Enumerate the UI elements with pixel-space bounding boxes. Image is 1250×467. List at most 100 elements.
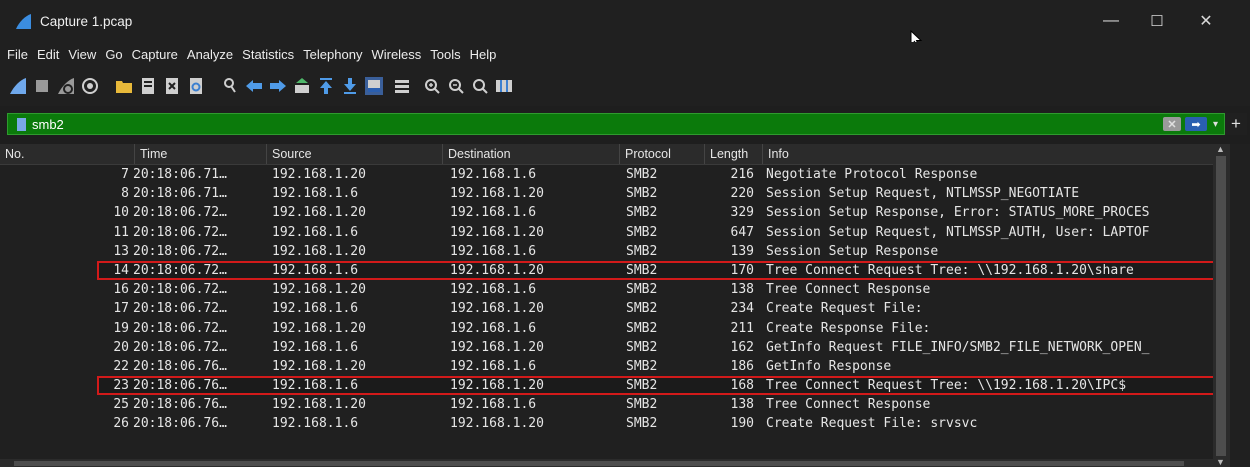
table-row[interactable]: 20 20:18:06.72… 192.168.1.6 192.168.1.20 SMB…: [0, 338, 1213, 357]
menu-edit[interactable]: Edit: [37, 47, 59, 62]
filter-history-dropdown-icon[interactable]: ▾: [1213, 119, 1218, 130]
scroll-down-arrow-icon[interactable]: ▼: [1216, 457, 1225, 467]
cell-info: Create Request File: srvsvc: [766, 416, 978, 432]
menu-analyze[interactable]: Analyze: [187, 47, 233, 62]
display-filter-bar[interactable]: smb2 ✕ ➡ ▾: [7, 113, 1225, 135]
packet-list-header: No. Time Source Destination Protocol Len…: [0, 144, 1213, 165]
cell-len: 138: [730, 397, 754, 413]
horizontal-scroll-thumb[interactable]: [14, 461, 1184, 466]
vertical-scroll-thumb[interactable]: [1216, 156, 1226, 456]
table-row[interactable]: 23 20:18:06.76… 192.168.1.6 192.168.1.20 SMB…: [0, 376, 1230, 396]
cell-info: Session Setup Response, Error: STATUS_MO…: [766, 205, 1150, 221]
menu-go[interactable]: Go: [105, 47, 122, 62]
apply-filter-icon[interactable]: ➡: [1184, 117, 1207, 131]
close-file-icon[interactable]: [163, 77, 181, 95]
table-row[interactable]: 14 20:18:06.72… 192.168.1.6 192.168.1.20 SMB…: [0, 260, 1230, 280]
close-button[interactable]: ✕: [1183, 0, 1229, 42]
packet-rows: 7 20:18:06.71… 192.168.1.20 192.168.1.6 SMB2…: [0, 165, 1230, 434]
go-forward-icon[interactable]: [269, 77, 287, 95]
go-first-icon[interactable]: [317, 77, 335, 95]
table-row[interactable]: 25 20:18:06.76… 192.168.1.20 192.168.1.6 SMB…: [0, 395, 1213, 414]
column-header-time[interactable]: Time: [135, 144, 267, 164]
cell-info: Tree Connect Request Tree: \\192.168.1.2…: [766, 378, 1127, 394]
zoom-out-icon[interactable]: [447, 77, 465, 95]
horizontal-scrollbar[interactable]: [0, 459, 1213, 467]
table-row[interactable]: 19 20:18:06.72… 192.168.1.20 192.168.1.6 SMB…: [0, 319, 1213, 338]
menu-wireless[interactable]: Wireless: [371, 47, 421, 62]
column-header-source[interactable]: Source: [267, 144, 443, 164]
find-packet-icon[interactable]: [221, 77, 239, 95]
cell-info: Create Response File:: [766, 320, 931, 336]
menu-statistics[interactable]: Statistics: [242, 47, 294, 62]
display-filter-input[interactable]: smb2: [32, 117, 64, 132]
resize-columns-icon[interactable]: [495, 77, 513, 95]
cell-len: 168: [730, 378, 754, 394]
table-row[interactable]: 26 20:18:06.76… 192.168.1.6 192.168.1.20 SMB…: [0, 414, 1213, 433]
cell-len: 234: [730, 301, 754, 317]
table-row[interactable]: 10 20:18:06.72… 192.168.1.20 192.168.1.6 SMB…: [0, 203, 1213, 222]
open-file-icon[interactable]: [115, 77, 133, 95]
menu-telephony[interactable]: Telephony: [303, 47, 362, 62]
reload-file-icon[interactable]: [187, 77, 205, 95]
table-row[interactable]: 11 20:18:06.72… 192.168.1.6 192.168.1.20 SMB…: [0, 223, 1213, 242]
clear-filter-icon[interactable]: ✕: [1162, 117, 1181, 131]
scroll-up-arrow-icon[interactable]: ▲: [1216, 144, 1225, 154]
zoom-reset-icon[interactable]: [471, 77, 489, 95]
cell-info: Negotiate Protocol Response: [766, 167, 978, 182]
cell-len: 216: [730, 167, 754, 182]
menu-view[interactable]: View: [68, 47, 96, 62]
cell-info: Create Request File:: [766, 301, 923, 317]
go-last-icon[interactable]: [341, 77, 359, 95]
title-bar: Capture 1.pcap: [0, 0, 1250, 42]
zoom-in-icon[interactable]: [423, 77, 441, 95]
cell-len: 138: [730, 282, 754, 298]
main-toolbar: [0, 66, 1250, 106]
save-file-icon[interactable]: [139, 77, 157, 95]
table-row[interactable]: 7 20:18:06.71… 192.168.1.20 192.168.1.6 SMB2…: [0, 165, 1213, 184]
cell-len: 162: [730, 339, 754, 355]
cell-len: 647: [730, 224, 754, 240]
column-header-info[interactable]: Info: [763, 144, 1213, 164]
table-row[interactable]: 22 20:18:06.76… 192.168.1.20 192.168.1.6 SMB…: [0, 357, 1213, 376]
column-header-no[interactable]: No.: [0, 144, 135, 164]
cell-info: Tree Connect Response: [766, 397, 931, 413]
cell-len: 190: [730, 416, 754, 432]
restart-capture-icon[interactable]: [57, 77, 75, 95]
packet-list: No. Time Source Destination Protocol Len…: [0, 144, 1250, 467]
cell-len: 211: [730, 320, 754, 336]
maximize-button[interactable]: ☐: [1134, 0, 1180, 42]
menu-capture[interactable]: Capture: [132, 47, 178, 62]
cell-len: 220: [730, 186, 754, 202]
column-header-destination[interactable]: Destination: [443, 144, 620, 164]
table-row[interactable]: 13 20:18:06.72… 192.168.1.20 192.168.1.6 SMB…: [0, 242, 1213, 261]
autoscroll-icon[interactable]: [365, 77, 383, 95]
column-header-length[interactable]: Length: [705, 144, 763, 164]
vertical-scrollbar[interactable]: ▲ ▼: [1213, 144, 1230, 467]
menu-tools[interactable]: Tools: [430, 47, 460, 62]
go-back-icon[interactable]: [245, 77, 263, 95]
cell-len: 170: [730, 262, 754, 278]
cell-info: Session Setup Request, NTLMSSP_AUTH, Use…: [766, 224, 1150, 240]
table-row[interactable]: 16 20:18:06.72… 192.168.1.20 192.168.1.6 SMB…: [0, 280, 1213, 299]
cell-info: Session Setup Request, NTLMSSP_NEGOTIATE: [766, 186, 1080, 202]
start-capture-icon[interactable]: [9, 77, 27, 95]
capture-options-icon[interactable]: [81, 77, 99, 95]
menu-file[interactable]: File: [7, 47, 28, 62]
menu-help[interactable]: Help: [470, 47, 497, 62]
table-row[interactable]: 17 20:18:06.72… 192.168.1.6 192.168.1.20 SMB…: [0, 299, 1213, 318]
cell-len: 186: [730, 358, 754, 374]
add-filter-button-icon[interactable]: +: [1225, 113, 1247, 135]
table-row[interactable]: 8 20:18:06.71… 192.168.1.6 192.168.1.20 SMB2…: [0, 184, 1213, 203]
column-header-protocol[interactable]: Protocol: [620, 144, 705, 164]
minimize-button[interactable]: —: [1088, 0, 1134, 42]
menu-bar: File Edit View Go Capture Analyze Statistics Te…: [0, 42, 1250, 66]
cell-info: Tree Connect Response: [766, 282, 931, 298]
cell-info: GetInfo Response: [766, 358, 892, 374]
go-to-packet-icon[interactable]: [293, 77, 311, 95]
colorize-icon[interactable]: [393, 77, 411, 95]
filter-bookmark-icon[interactable]: [17, 117, 26, 131]
stop-capture-icon[interactable]: [33, 77, 51, 95]
window-title: Capture 1.pcap: [40, 13, 133, 29]
cell-info: Tree Connect Request Tree: \\192.168.1.2…: [766, 262, 1134, 278]
cell-len: 329: [730, 205, 754, 221]
